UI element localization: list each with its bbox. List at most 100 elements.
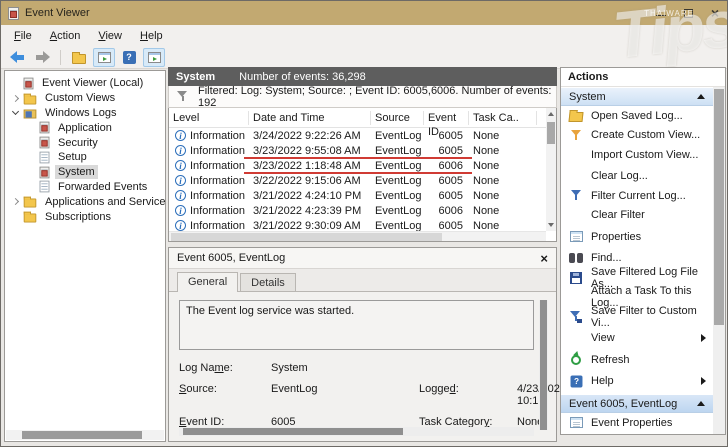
action-properties[interactable]: Properties [561,227,713,247]
scroll-up-icon[interactable] [548,112,554,116]
tab-general[interactable]: General [177,272,238,292]
preview-close-icon[interactable]: × [540,251,548,266]
tab-details[interactable]: Details [240,273,296,291]
log-name-value: System [271,362,419,374]
event-fields: Log Name: System Source: EventLog Logged… [179,362,534,428]
tree-item-custom-views[interactable]: Custom Views [5,91,165,106]
toolbar [1,46,727,69]
open-saved-log-toolbar-button[interactable] [68,48,90,67]
filter-icon [177,91,188,102]
action-event-properties[interactable]: Event Properties [561,413,713,433]
tree-item-forwarded-events[interactable]: Forwarded Events [5,180,165,195]
menu-action[interactable]: Action [41,28,90,44]
tree-item-event-viewer-local[interactable]: Event Viewer (Local) [5,76,165,91]
event-preview-pane: Event 6005, EventLog × General Details T… [168,247,557,442]
column-header-source[interactable]: Source [371,111,424,125]
open-saved-log-icon [568,112,583,122]
tree-item-applications-and-services-log[interactable]: Applications and Services Log [5,194,165,209]
action-import-custom-view[interactable]: Import Custom View... [561,145,713,165]
preview-horizontal-scrollbar[interactable] [179,427,534,436]
expander-expanded-icon[interactable] [12,108,19,115]
table-row[interactable]: Information 3/21/2022 4:24:10 PM EventLo… [169,188,546,203]
submenu-chevron-icon [701,377,706,385]
actions-pane: Actions System Open Saved Log... Create … [560,67,726,435]
menu-file[interactable]: File [5,28,41,44]
table-row[interactable]: Information 3/22/2022 9:15:06 AM EventLo… [169,173,546,188]
table-row[interactable]: Information 3/23/2022 1:18:48 AM EventLo… [169,158,546,173]
log-header-bar: System Number of events: 36,298 [168,67,557,86]
collapse-section-icon[interactable] [697,401,705,406]
tree-item-subscriptions[interactable]: Subscriptions [5,209,165,224]
action-save-filter-to-custom-view[interactable]: Save Filter to Custom Vi... [561,307,713,327]
close-button[interactable]: × [711,6,719,20]
actions-section-system[interactable]: System [561,87,713,106]
expander-collapsed-icon[interactable] [12,198,19,205]
back-icon [10,51,25,63]
table-row[interactable]: Information 3/23/2022 9:55:08 AM EventLo… [169,143,546,158]
forward-button[interactable] [31,48,53,67]
action-clear-log[interactable]: Clear Log... [561,167,713,187]
refresh-icon [571,355,581,365]
window-title: Event Viewer [25,7,90,19]
menu-view[interactable]: View [89,28,131,44]
help-icon [123,51,136,64]
information-icon [175,130,186,141]
column-header-date[interactable]: Date and Time [249,111,371,125]
title-bar: Event Viewer × [1,1,727,25]
app-icon [8,7,19,20]
minimize-button[interactable] [656,15,666,16]
log-name: System [176,71,215,83]
table-row[interactable]: Information 3/21/2022 4:23:39 PM EventLo… [169,203,546,218]
collapse-section-icon[interactable] [697,94,705,99]
event-description[interactable]: The Event log service was started. [179,300,534,350]
information-icon [175,220,186,231]
action-help[interactable]: Help [561,372,713,392]
table-horizontal-scrollbar[interactable] [169,231,546,241]
show-console-tree-button[interactable] [143,48,165,67]
expander-collapsed-icon[interactable] [12,95,19,102]
help-icon [570,375,582,387]
properties-icon [570,231,583,242]
windows-logs-folder-icon [24,109,37,118]
log-file-icon [40,166,50,178]
actions-vertical-scrollbar[interactable] [713,87,725,434]
scroll-down-icon[interactable] [548,223,554,227]
filter-text: Filtered: Log: System; Source: ; Event I… [198,85,556,109]
action-clear-filter[interactable]: Clear Filter [561,206,713,226]
show-console-tree-icon [148,52,161,63]
information-icon [175,190,186,201]
action-view[interactable]: View [561,329,713,349]
action-open-saved-log[interactable]: Open Saved Log... [561,106,713,126]
back-button[interactable] [6,48,28,67]
source-value: EventLog [271,383,419,407]
preview-vertical-scrollbar[interactable] [539,300,548,430]
event-viewer-window: Event Viewer × Tips THAIWARE File Action… [0,0,728,447]
console-window-button[interactable] [93,48,115,67]
custom-views-folder-icon [24,95,37,104]
table-vertical-scrollbar[interactable] [546,108,556,231]
scrollbar-thumb[interactable] [547,122,555,144]
tree-item-system[interactable]: System [5,165,165,180]
log-file-icon [40,152,50,164]
tree-item-application[interactable]: Application [5,120,165,135]
actions-section-event[interactable]: Event 6005, EventLog [561,394,713,413]
information-icon [175,205,186,216]
tree-horizontal-scrollbar[interactable] [6,430,164,440]
event-count: Number of events: 36,298 [239,71,366,83]
find-binoculars-icon [569,253,583,263]
menu-help[interactable]: Help [131,28,172,44]
table-row[interactable]: Information 3/24/2022 9:22:26 AM EventLo… [169,128,546,143]
column-header-task[interactable]: Task Ca.. [469,111,537,125]
tree-item-setup[interactable]: Setup [5,150,165,165]
column-header-event-id[interactable]: Event ID [424,111,469,125]
tree-item-security[interactable]: Security [5,135,165,150]
action-create-custom-view[interactable]: Create Custom View... [561,126,713,146]
information-icon [175,145,186,156]
help-toolbar-button[interactable] [118,48,140,67]
tree-item-windows-logs[interactable]: Windows Logs [5,106,165,121]
action-filter-current-log[interactable]: Filter Current Log... [561,186,713,206]
action-refresh[interactable]: Refresh [561,350,713,370]
open-folder-icon [72,54,86,64]
column-header-level[interactable]: Level [169,111,249,125]
maximize-button[interactable] [684,9,693,18]
